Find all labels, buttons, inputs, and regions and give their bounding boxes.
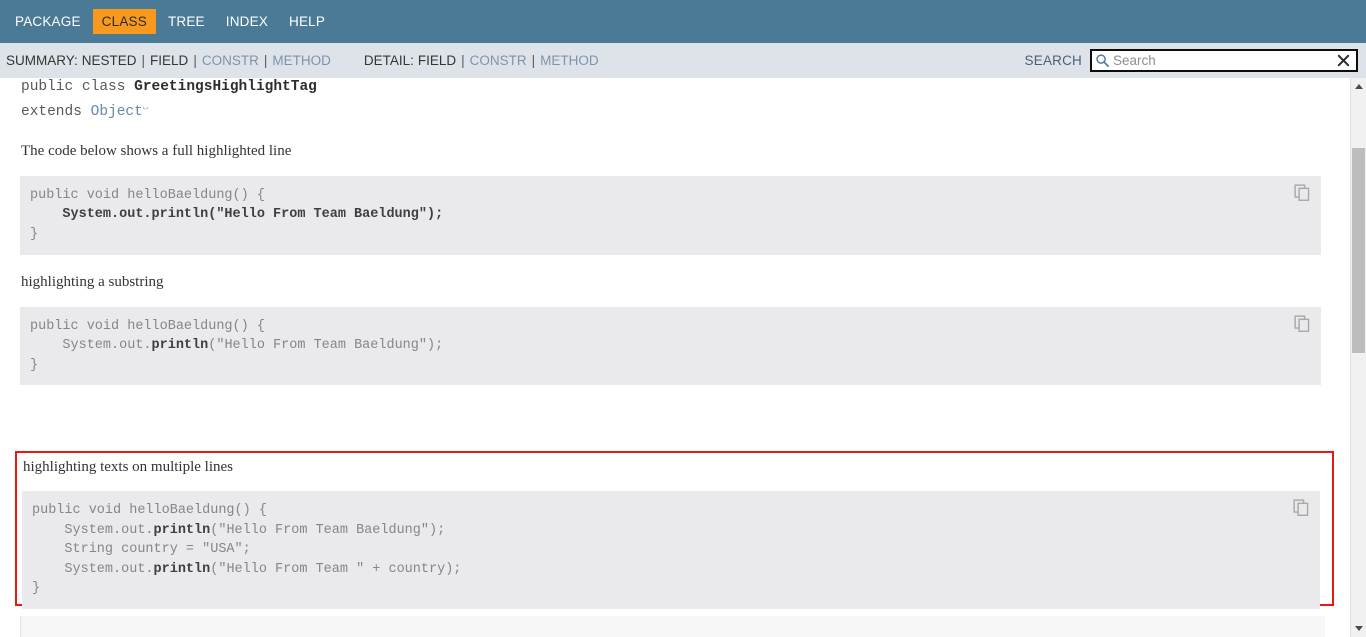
separator: | [531,53,536,68]
separator: | [193,53,197,68]
nav-item-package[interactable]: PACKAGE [6,9,90,34]
declaration-modifiers: public class [21,79,135,95]
declaration-line-1: public class GreetingsHighlightTag [21,78,1352,97]
summary-field: FIELD [150,53,189,68]
section-caption-1: The code below shows a full highlighted … [21,142,292,159]
constructor-summary-title: Constructor Summary [21,616,1325,637]
code-block-2: public void helloBaeldung() { System.out… [20,306,1321,386]
summary-label: SUMMARY: [6,53,78,68]
extends-keyword: extends [21,103,91,120]
detail-label: DETAIL: [363,53,414,68]
documentation-content: public class GreetingsHighlightTag exten… [0,78,1352,637]
class-name: GreetingsHighlightTag [134,79,317,95]
declaration-line-2: extends Object◡ [21,97,1352,122]
javadoc-page: PACKAGE CLASS TREE INDEX HELP SUMMARY: N… [0,0,1366,637]
detail-group: DETAIL: FIELD | CONSTR | METHOD [364,53,599,68]
nav-item-index[interactable]: INDEX [217,9,277,34]
detail-constr-link[interactable]: CONSTR [470,53,527,68]
sub-navigation-bar: SUMMARY: NESTED | FIELD | CONSTR | METHO… [0,43,1366,78]
detail-method-link[interactable]: METHOD [540,53,599,68]
code-content-3: public void helloBaeldung() { System.out… [32,503,462,597]
copy-icon[interactable] [1293,499,1310,516]
summary-nested: NESTED [81,53,137,68]
search-icon [1095,53,1110,68]
separator: | [141,53,146,68]
nav-item-class[interactable]: CLASS [92,9,156,34]
vertical-scrollbar[interactable] [1350,78,1366,637]
code-content-2: public void helloBaeldung() { System.out… [30,318,444,373]
summary-constr-link[interactable]: CONSTR [202,53,259,68]
external-link-icon: ◡ [142,102,149,112]
search-label: SEARCH [1024,53,1082,68]
triangle-down-icon [1354,626,1363,631]
summary-method-link[interactable]: METHOD [272,53,331,68]
subnav-links: SUMMARY: NESTED | FIELD | CONSTR | METHO… [0,53,599,68]
copy-icon[interactable] [1294,184,1311,201]
copy-icon[interactable] [1294,315,1311,332]
section-caption-2: highlighting a substring [21,273,164,290]
close-icon[interactable] [1336,53,1351,68]
code-content-1: public void helloBaeldung() { System.out… [30,187,444,243]
triangle-up-icon [1354,84,1363,89]
separator: | [263,53,268,68]
detail-field: FIELD [417,53,457,68]
scroll-up-button[interactable] [1351,78,1366,95]
search-box[interactable] [1090,49,1358,72]
code-block-1: public void helloBaeldung() { System.out… [20,175,1321,255]
scroll-down-button[interactable] [1351,620,1366,637]
nav-item-tree[interactable]: TREE [159,9,214,34]
nav-item-help[interactable]: HELP [280,9,334,34]
class-declaration: public class GreetingsHighlightTag exten… [0,78,1352,122]
scrollbar-thumb[interactable] [1352,148,1365,353]
search-area: SEARCH [1025,49,1358,72]
code-block-3: public void helloBaeldung() { System.out… [22,491,1320,609]
constructor-summary-panel: Constructor Summary Constructors [20,616,1325,637]
summary-group: SUMMARY: NESTED | FIELD | CONSTR | METHO… [6,53,331,68]
section-caption-3: highlighting texts on multiple lines [23,459,233,475]
highlighted-annotation-box: highlighting texts on multiple lines pub… [15,451,1334,609]
search-input[interactable] [1113,53,1336,68]
top-navigation-bar: PACKAGE CLASS TREE INDEX HELP [0,0,1366,43]
superclass-link[interactable]: Object [91,104,143,120]
separator: | [461,53,465,68]
